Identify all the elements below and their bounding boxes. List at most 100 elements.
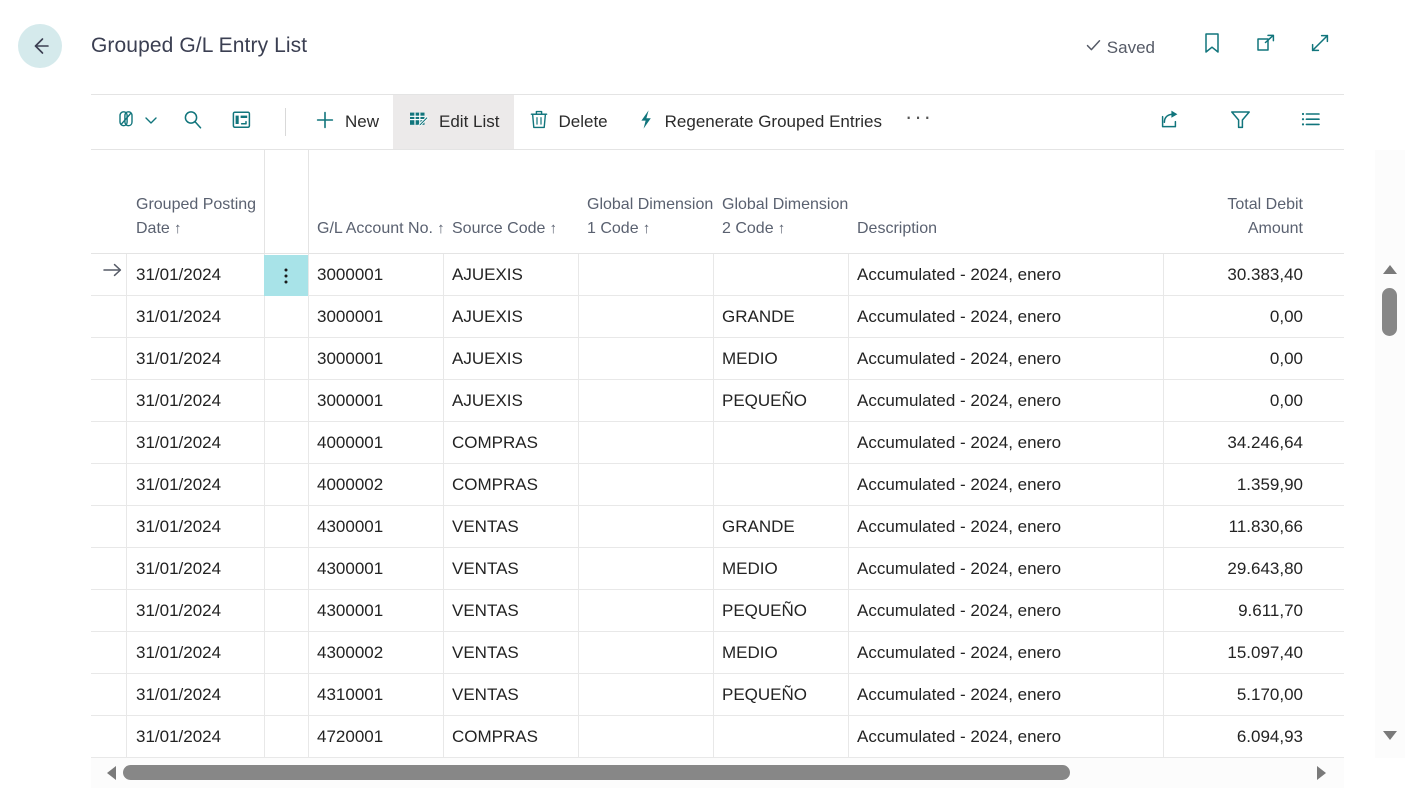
cell-posting_date[interactable]: 31/01/2024 (136, 548, 264, 589)
column-header-description[interactable]: Description (857, 217, 1157, 241)
cell-posting_date[interactable]: 31/01/2024 (136, 254, 264, 295)
cell-source_code[interactable]: VENTAS (452, 590, 580, 631)
open-in-new-window-button[interactable] (1251, 30, 1281, 60)
cell-source_code[interactable]: VENTAS (452, 506, 580, 547)
cell-posting_date[interactable]: 31/01/2024 (136, 590, 264, 631)
cell-description[interactable]: Accumulated - 2024, enero (857, 254, 1157, 295)
cell-description[interactable]: Accumulated - 2024, enero (857, 716, 1157, 757)
cell-account_no[interactable]: 4000001 (317, 422, 445, 463)
cell-source_code[interactable]: AJUEXIS (452, 254, 580, 295)
cell-dim1[interactable] (587, 674, 715, 715)
cell-dim1[interactable] (587, 254, 715, 295)
open-in-excel-button[interactable] (219, 95, 263, 149)
cell-dim2[interactable]: MEDIO (722, 548, 850, 589)
cell-dim2[interactable]: PEQUEÑO (722, 590, 850, 631)
cell-description[interactable]: Accumulated - 2024, enero (857, 296, 1157, 337)
cell-description[interactable]: Accumulated - 2024, enero (857, 632, 1157, 673)
edit-list-button[interactable]: Edit List (393, 95, 514, 149)
cell-account_no[interactable]: 3000001 (317, 380, 445, 421)
new-button[interactable]: New (300, 95, 393, 149)
vertical-scrollbar[interactable] (1375, 150, 1405, 758)
cell-posting_date[interactable]: 31/01/2024 (136, 464, 264, 505)
cell-source_code[interactable]: COMPRAS (452, 464, 580, 505)
cell-dim2[interactable]: MEDIO (722, 632, 850, 673)
cell-total_debit[interactable]: 9.611,70 (1171, 590, 1303, 631)
cell-description[interactable]: Accumulated - 2024, enero (857, 380, 1157, 421)
table-row[interactable]: 31/01/2024 3000001 AJUEXIS PEQUEÑO Accumulat… (91, 380, 1344, 422)
cell-dim2[interactable] (722, 464, 850, 505)
table-row[interactable]: 31/01/2024 4310001 VENTAS PEQUEÑO Accumulate… (91, 674, 1344, 716)
cell-total_debit[interactable]: 5.170,00 (1171, 674, 1303, 715)
more-options-button[interactable]: ··· (896, 95, 942, 149)
horizontal-scrollbar-thumb[interactable] (123, 765, 1070, 780)
cell-dim1[interactable] (587, 464, 715, 505)
expand-fullscreen-button[interactable] (1305, 30, 1335, 60)
cell-description[interactable]: Accumulated - 2024, enero (857, 338, 1157, 379)
cell-account_no[interactable]: 4300001 (317, 590, 445, 631)
cell-posting_date[interactable]: 31/01/2024 (136, 632, 264, 673)
cell-account_no[interactable]: 3000001 (317, 338, 445, 379)
cell-dim1[interactable] (587, 338, 715, 379)
column-header-dim1[interactable]: Global Dimension 1 Code ↑ (587, 193, 715, 241)
cell-total_debit[interactable]: 1.359,90 (1171, 464, 1303, 505)
scroll-up-button[interactable] (1375, 256, 1405, 282)
analyze-powerbi-button[interactable] (107, 95, 167, 149)
cell-posting_date[interactable]: 31/01/2024 (136, 506, 264, 547)
cell-dim2[interactable]: GRANDE (722, 506, 850, 547)
cell-description[interactable]: Accumulated - 2024, enero (857, 590, 1157, 631)
cell-total_debit[interactable]: 6.094,93 (1171, 716, 1303, 757)
filter-button[interactable] (1218, 95, 1262, 149)
search-button[interactable] (171, 95, 215, 149)
table-row[interactable]: 31/01/2024 4300001 VENTAS PEQUEÑO Accumulate… (91, 590, 1344, 632)
cell-source_code[interactable]: AJUEXIS (452, 296, 580, 337)
cell-description[interactable]: Accumulated - 2024, enero (857, 422, 1157, 463)
cell-posting_date[interactable]: 31/01/2024 (136, 422, 264, 463)
table-row[interactable]: 31/01/2024 4000001 COMPRAS Accumulated - 20… (91, 422, 1344, 464)
cell-dim1[interactable] (587, 632, 715, 673)
cell-account_no[interactable]: 4310001 (317, 674, 445, 715)
cell-total_debit[interactable]: 0,00 (1171, 380, 1303, 421)
cell-dim1[interactable] (587, 422, 715, 463)
cell-account_no[interactable]: 3000001 (317, 296, 445, 337)
cell-description[interactable]: Accumulated - 2024, enero (857, 674, 1157, 715)
table-row[interactable]: 31/01/2024 4720001 COMPRAS Accumulated - 20… (91, 716, 1344, 758)
cell-dim1[interactable] (587, 296, 715, 337)
cell-source_code[interactable]: AJUEXIS (452, 380, 580, 421)
horizontal-scrollbar[interactable] (91, 758, 1344, 788)
cell-posting_date[interactable]: 31/01/2024 (136, 338, 264, 379)
cell-account_no[interactable]: 4300001 (317, 506, 445, 547)
cell-description[interactable]: Accumulated - 2024, enero (857, 548, 1157, 589)
cell-dim2[interactable] (722, 716, 850, 757)
cell-account_no[interactable]: 4300001 (317, 548, 445, 589)
cell-source_code[interactable]: AJUEXIS (452, 338, 580, 379)
cell-source_code[interactable]: COMPRAS (452, 716, 580, 757)
cell-dim2[interactable]: MEDIO (722, 338, 850, 379)
cell-description[interactable]: Accumulated - 2024, enero (857, 506, 1157, 547)
cell-account_no[interactable]: 3000001 (317, 254, 445, 295)
scroll-right-button[interactable] (1306, 758, 1336, 788)
row-menu-button[interactable] (264, 255, 308, 296)
table-row[interactable]: 31/01/2024 3000001 AJUEXIS MEDIO Accumulated… (91, 338, 1344, 380)
column-header-dim2[interactable]: Global Dimension 2 Code ↑ (722, 193, 850, 241)
cell-dim2[interactable]: GRANDE (722, 296, 850, 337)
cell-total_debit[interactable]: 29.643,80 (1171, 548, 1303, 589)
back-button[interactable] (18, 24, 62, 68)
column-header-account_no[interactable]: G/L Account No. ↑ (317, 217, 445, 241)
regenerate-grouped-entries-button[interactable]: Regenerate Grouped Entries (622, 95, 896, 149)
cell-account_no[interactable]: 4000002 (317, 464, 445, 505)
column-header-total_debit[interactable]: Total Debit Amount (1171, 193, 1303, 241)
table-row[interactable]: 31/01/2024 4000002 COMPRAS Accumulated - 20… (91, 464, 1344, 506)
show-details-button[interactable] (1288, 95, 1332, 149)
share-button[interactable] (1148, 95, 1192, 149)
table-row[interactable]: 31/01/2024 4300002 VENTAS MEDIO Accumulated … (91, 632, 1344, 674)
cell-total_debit[interactable]: 0,00 (1171, 338, 1303, 379)
cell-dim2[interactable]: PEQUEÑO (722, 674, 850, 715)
cell-dim1[interactable] (587, 716, 715, 757)
column-header-posting_date[interactable]: Grouped Posting Date ↑ (136, 193, 264, 241)
cell-account_no[interactable]: 4720001 (317, 716, 445, 757)
cell-description[interactable]: Accumulated - 2024, enero (857, 464, 1157, 505)
cell-dim2[interactable]: PEQUEÑO (722, 380, 850, 421)
cell-source_code[interactable]: VENTAS (452, 548, 580, 589)
cell-posting_date[interactable]: 31/01/2024 (136, 380, 264, 421)
vertical-scrollbar-thumb[interactable] (1382, 288, 1397, 336)
